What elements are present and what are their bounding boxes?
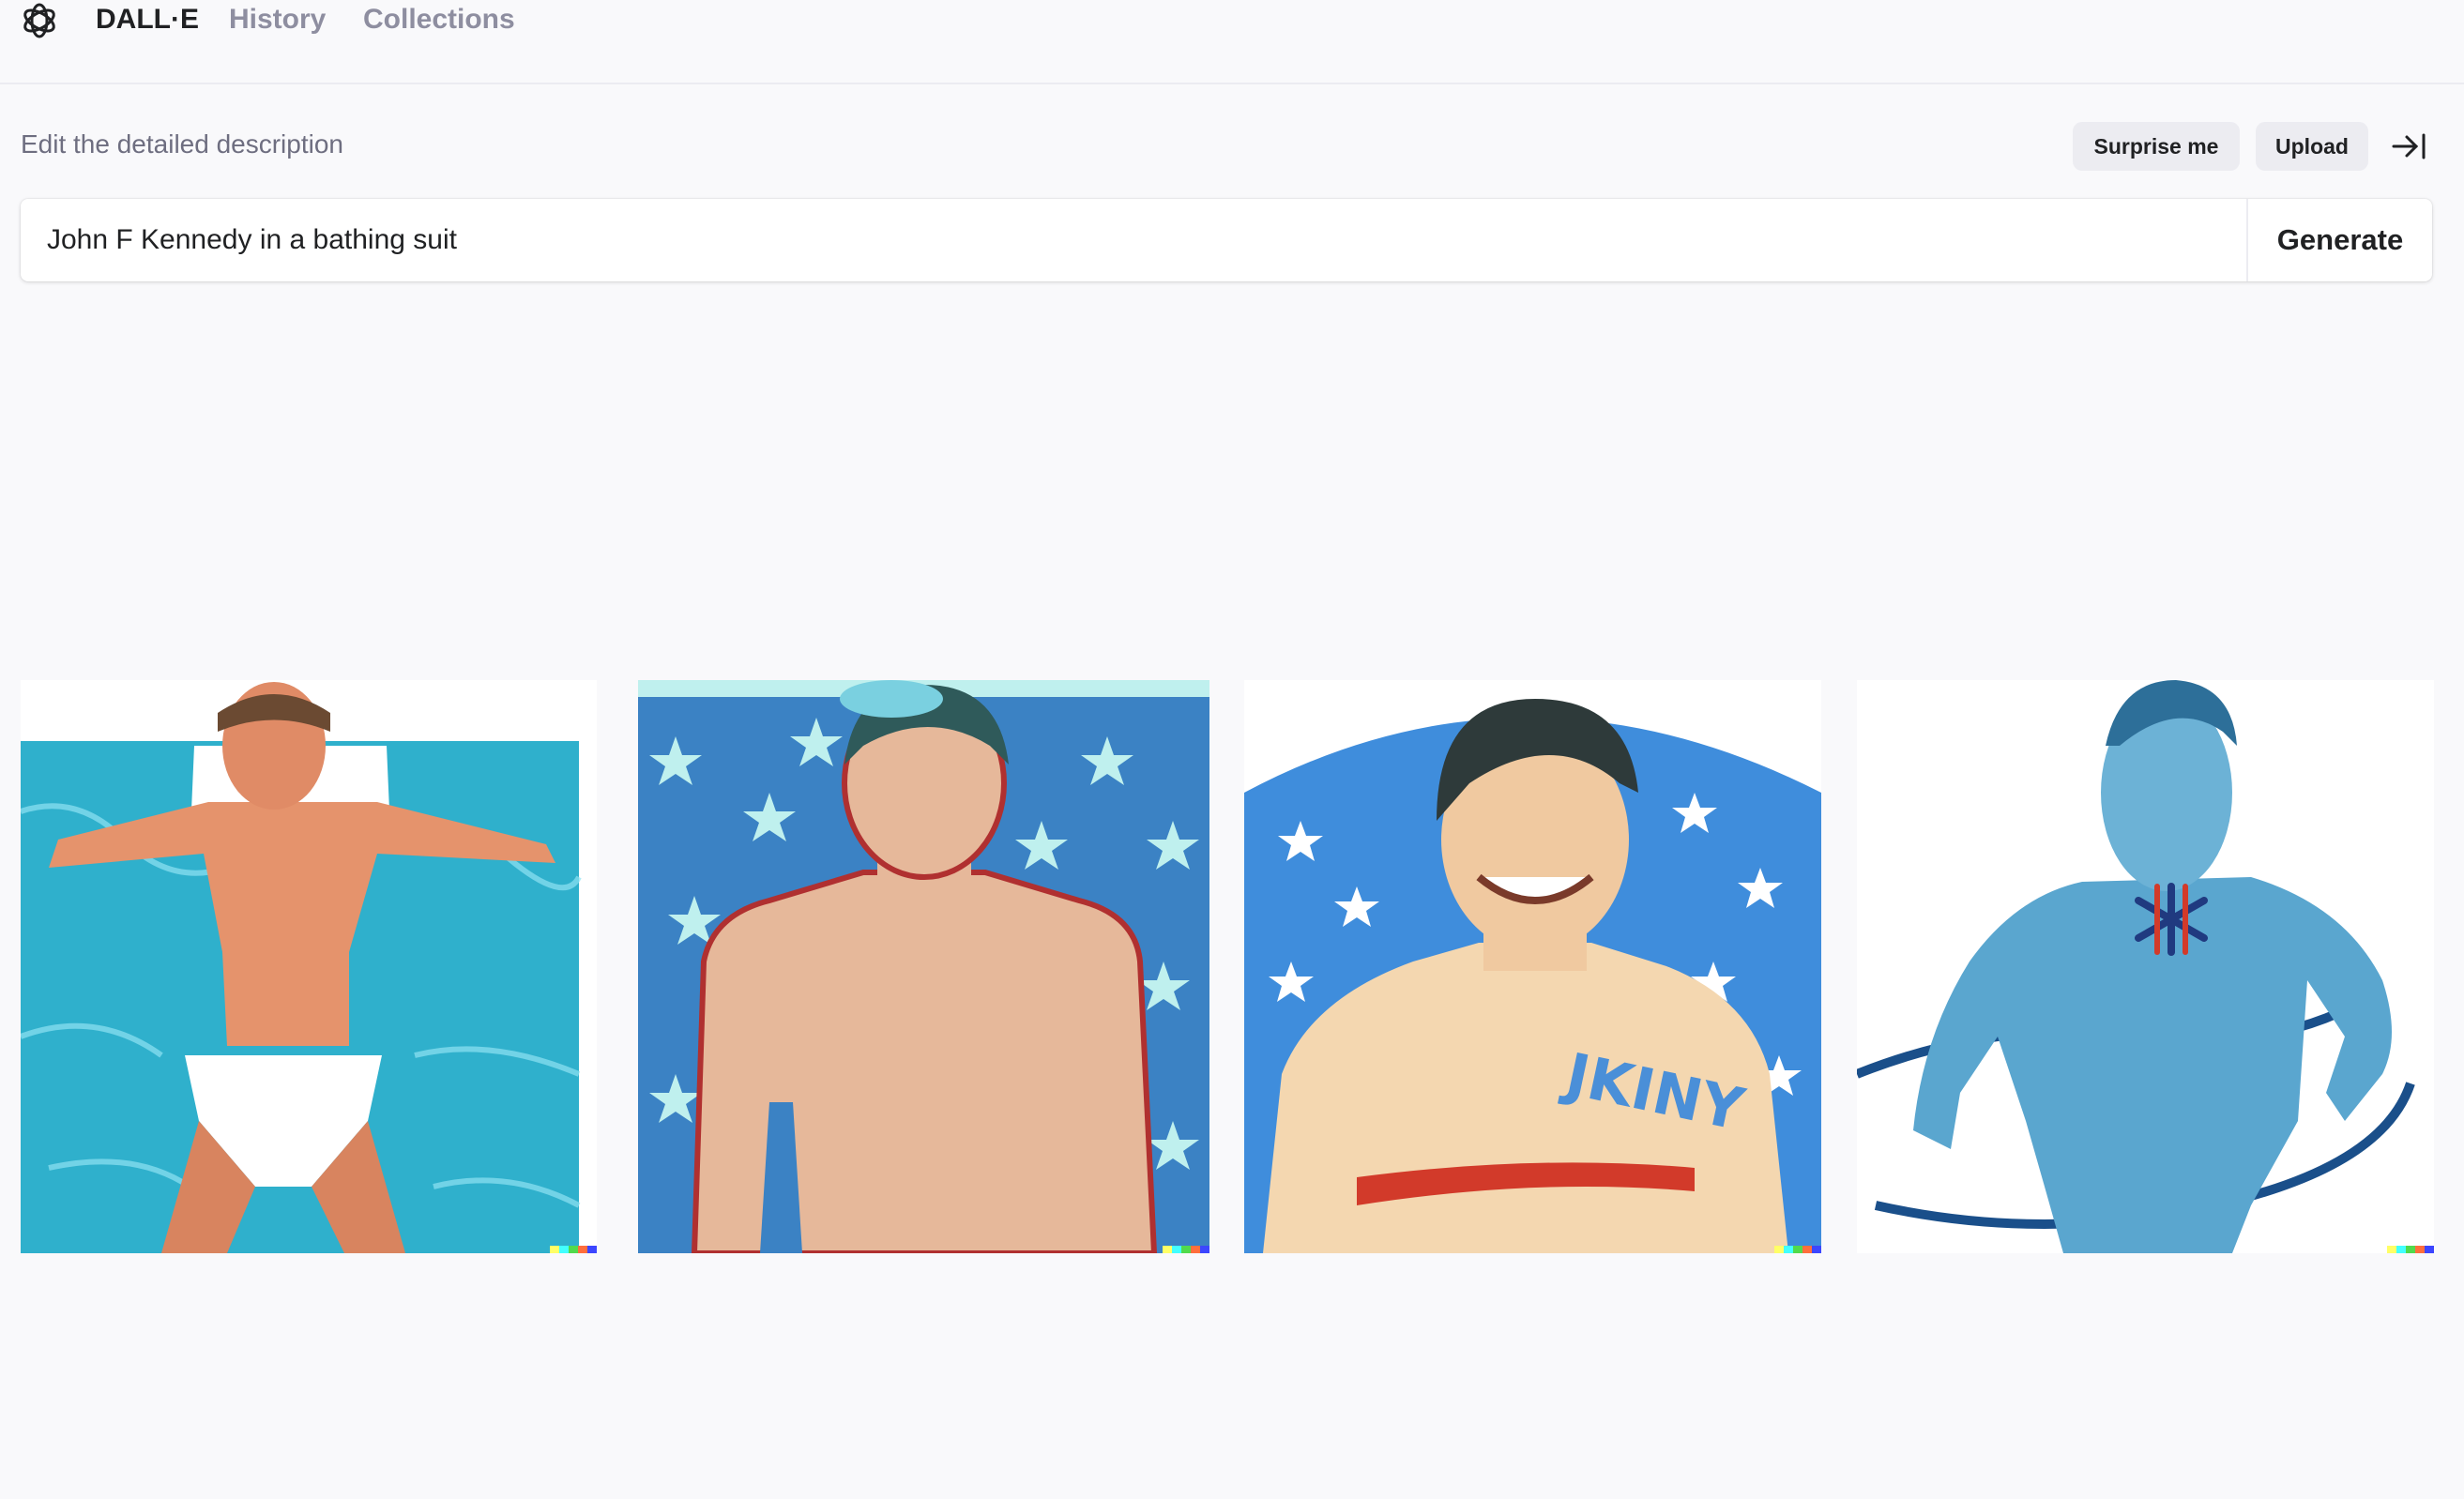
dalle-signature-mark <box>1774 1246 1821 1253</box>
result-image-4[interactable] <box>1857 680 2434 1253</box>
dalle-signature-mark <box>550 1246 597 1253</box>
result-image-1[interactable] <box>21 680 597 1253</box>
nav-brand-dalle[interactable]: DALL·E <box>96 4 199 36</box>
edit-description-label: Edit the detailed description <box>21 129 343 159</box>
nav-link-history[interactable]: History <box>229 4 326 36</box>
generate-button[interactable]: Generate <box>2248 199 2432 281</box>
surprise-me-button[interactable]: Surprise me <box>2073 122 2240 171</box>
top-navigation-bar: DALL·E History Collections <box>0 0 2464 84</box>
result-image-3[interactable]: JKINY <box>1244 680 1821 1253</box>
collapse-right-icon[interactable] <box>2391 129 2428 163</box>
dalle-signature-mark <box>1163 1246 1209 1253</box>
upload-button[interactable]: Upload <box>2256 122 2368 171</box>
nav-link-collections[interactable]: Collections <box>363 4 515 36</box>
dalle-signature-mark <box>2387 1246 2434 1253</box>
prompt-box: John F Kennedy in a bathing suit Generat… <box>21 199 2432 281</box>
result-image-2[interactable] <box>638 680 1209 1253</box>
openai-logo-icon[interactable] <box>19 0 60 41</box>
prompt-input[interactable]: John F Kennedy in a bathing suit <box>47 220 2205 261</box>
